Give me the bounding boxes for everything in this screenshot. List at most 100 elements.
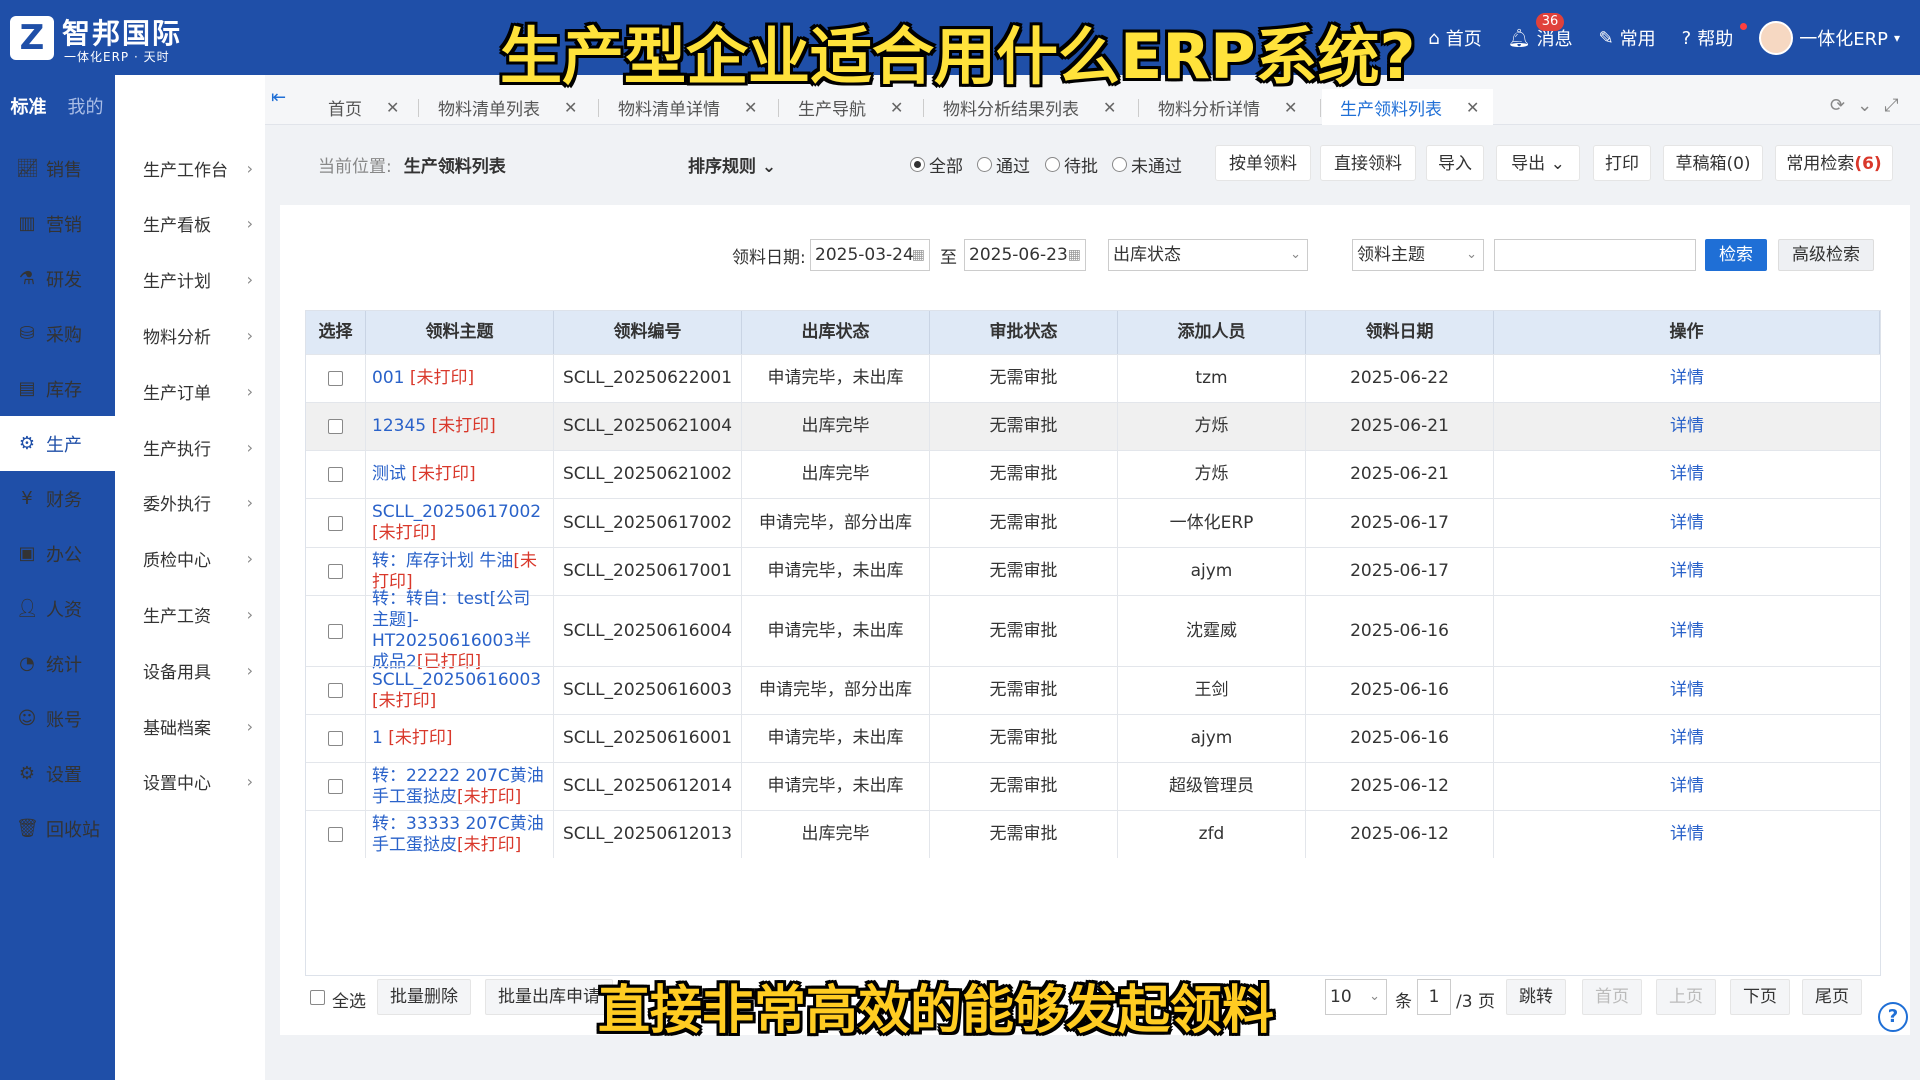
subject-link[interactable]: 1 bbox=[372, 728, 388, 748]
nav-help[interactable]: ? 帮助 bbox=[1682, 23, 1747, 51]
export-button[interactable]: 导出 ⌄ bbox=[1496, 145, 1580, 181]
radio-pending[interactable]: 待批 bbox=[1045, 152, 1098, 177]
row-checkbox[interactable] bbox=[328, 731, 343, 746]
submenu-item[interactable]: 委外执行 › bbox=[115, 475, 265, 531]
detail-link[interactable]: 详情 bbox=[1670, 464, 1704, 485]
refresh-icon[interactable]: ⟳ bbox=[1830, 95, 1845, 116]
radio-approved[interactable]: 通过 bbox=[977, 152, 1030, 177]
nav-common[interactable]: ✎ 常用 bbox=[1599, 25, 1656, 51]
radio-button-checked[interactable] bbox=[910, 157, 925, 172]
row-checkbox[interactable] bbox=[328, 623, 343, 639]
user-menu[interactable]: 一体化ERP ▾ bbox=[1759, 21, 1900, 55]
advanced-search-button[interactable]: 高级检索 bbox=[1778, 239, 1874, 271]
subject-link[interactable]: 测试 bbox=[372, 464, 411, 484]
submenu-item[interactable]: 质检中心 › bbox=[115, 531, 265, 587]
table-row[interactable]: SCLL_20250617002 [未打印] SCLL_20250617002 申请… bbox=[306, 498, 1880, 547]
submenu-item[interactable]: 生产看板 › bbox=[115, 196, 265, 252]
last-page-button[interactable]: 尾页 bbox=[1802, 979, 1862, 1015]
module-item[interactable]: ▣ 办公 bbox=[0, 526, 115, 581]
batch-delete-button[interactable]: 批量删除 bbox=[377, 979, 471, 1015]
module-item[interactable]: ⚙ 设置 bbox=[0, 746, 115, 801]
order-pick-button[interactable]: 按单领料 bbox=[1215, 145, 1311, 181]
chevron-down-icon[interactable]: ⌄ bbox=[1857, 95, 1872, 116]
next-page-button[interactable]: 下页 bbox=[1730, 979, 1790, 1015]
search-button[interactable]: 检索 bbox=[1705, 239, 1767, 271]
subject-link[interactable]: 001 bbox=[372, 368, 410, 388]
subject-link[interactable]: 转：库存计划 牛油 bbox=[372, 551, 513, 571]
table-row[interactable]: 转：22222 207C黄油手工蛋挞皮[未打印] SCLL_20250612014… bbox=[306, 762, 1880, 810]
radio-all[interactable]: 全部 bbox=[910, 152, 963, 177]
module-item[interactable]: 👤︎ 人资 bbox=[0, 581, 115, 636]
nav-home[interactable]: ⌂ 首页 bbox=[1428, 25, 1481, 51]
submenu-item[interactable]: 生产订单 › bbox=[115, 363, 265, 419]
common-search-button[interactable]: 常用检索(6) bbox=[1775, 145, 1893, 181]
table-row[interactable]: 001 [未打印] SCLL_20250622001 申请完毕，未出库 无需审批 tzm… bbox=[306, 354, 1880, 402]
detail-link[interactable]: 详情 bbox=[1670, 513, 1704, 534]
table-row[interactable]: 转：转自：test[公司主题]-HT20250616003半成品2[已打印] SC… bbox=[306, 589, 1880, 672]
module-item[interactable]: ☺ 账号 bbox=[0, 691, 115, 746]
module-item[interactable]: 📈︎ 销售 bbox=[0, 141, 115, 196]
table-row[interactable]: SCLL_20250616003 [未打印] SCLL_20250616003 申请… bbox=[306, 666, 1880, 714]
detail-link[interactable]: 详情 bbox=[1670, 680, 1704, 701]
submenu-item[interactable]: 生产工资 › bbox=[115, 586, 265, 642]
table-row[interactable]: 转：33333 207C黄油手工蛋挞皮[未打印] SCLL_20250612013… bbox=[306, 810, 1880, 858]
row-checkbox[interactable] bbox=[328, 779, 343, 794]
tab-mine[interactable]: 我的 bbox=[57, 75, 114, 141]
import-button[interactable]: 导入 bbox=[1426, 145, 1484, 181]
module-item[interactable]: ⚙ 生产 bbox=[0, 416, 115, 471]
subject-link[interactable]: SCLL_20250617002 bbox=[372, 502, 541, 522]
close-icon[interactable]: ✕ bbox=[744, 98, 757, 117]
close-icon[interactable]: ✕ bbox=[1103, 98, 1116, 117]
row-checkbox[interactable] bbox=[328, 515, 343, 531]
subject-cell[interactable]: SCLL_20250617002 [未打印] bbox=[366, 499, 554, 547]
close-icon[interactable]: ✕ bbox=[386, 98, 399, 117]
radio-rejected[interactable]: 未通过 bbox=[1112, 152, 1182, 177]
table-row[interactable]: 1 [未打印] SCLL_20250616001 申请完毕，未出库 无需审批 ajym 2… bbox=[306, 714, 1880, 762]
collapse-sidebar-icon[interactable]: ⇤ bbox=[271, 87, 286, 108]
detail-link[interactable]: 详情 bbox=[1670, 824, 1704, 845]
page-number-input[interactable]: 1 bbox=[1417, 979, 1451, 1015]
draft-box-button[interactable]: 草稿箱(0) bbox=[1663, 145, 1763, 181]
close-icon[interactable]: ✕ bbox=[564, 98, 577, 117]
subject-link[interactable]: SCLL_20250616003 bbox=[372, 670, 541, 690]
jump-button[interactable]: 跳转 bbox=[1506, 979, 1566, 1015]
keyword-input[interactable] bbox=[1494, 239, 1696, 271]
module-item[interactable]: ¥ 财务 bbox=[0, 471, 115, 526]
submenu-item[interactable]: 生产计划 › bbox=[115, 252, 265, 308]
row-checkbox[interactable] bbox=[328, 467, 343, 482]
first-page-button[interactable]: 首页 bbox=[1582, 979, 1642, 1015]
detail-link[interactable]: 详情 bbox=[1670, 561, 1704, 582]
subject-cell[interactable]: 转：33333 207C黄油手工蛋挞皮[未打印] bbox=[366, 811, 554, 858]
row-checkbox[interactable] bbox=[328, 371, 343, 386]
row-checkbox[interactable] bbox=[328, 827, 343, 842]
submenu-item[interactable]: 设置中心 › bbox=[115, 754, 265, 810]
date-to-input[interactable]: 2025-06-23 ▦ bbox=[964, 239, 1086, 271]
close-icon[interactable]: ✕ bbox=[1284, 98, 1297, 117]
date-from-input[interactable]: 2025-03-24 ▦ bbox=[810, 239, 930, 271]
subject-cell[interactable]: 转：库存计划 牛油[未打印] bbox=[366, 548, 554, 595]
subject-cell[interactable]: 1 [未打印] bbox=[366, 715, 554, 762]
submenu-item[interactable]: 生产执行 › bbox=[115, 419, 265, 475]
submenu-item[interactable]: 物料分析 › bbox=[115, 307, 265, 363]
subject-link[interactable]: 12345 bbox=[372, 416, 431, 436]
table-row[interactable]: 转：库存计划 牛油[未打印] SCLL_20250617001 申请完毕，未出库 无需… bbox=[306, 547, 1880, 595]
radio-button[interactable] bbox=[1112, 157, 1127, 172]
radio-button[interactable] bbox=[1045, 157, 1060, 172]
module-item[interactable]: ▤ 库存 bbox=[0, 361, 115, 416]
select-all-checkbox[interactable] bbox=[310, 990, 325, 1005]
module-item[interactable]: ⚗ 研发 bbox=[0, 251, 115, 306]
detail-link[interactable]: 详情 bbox=[1670, 621, 1704, 642]
page-tab[interactable]: 首页 ✕ bbox=[310, 89, 413, 125]
detail-link[interactable]: 详情 bbox=[1670, 776, 1704, 797]
subject-select[interactable]: 领料主题 ⌄ bbox=[1352, 239, 1484, 271]
out-status-select[interactable]: 出库状态 ⌄ bbox=[1108, 239, 1308, 271]
app-logo[interactable]: Z 智邦国际 一体化ERP · 天时 bbox=[10, 12, 210, 64]
row-checkbox[interactable] bbox=[328, 419, 343, 434]
detail-link[interactable]: 详情 bbox=[1670, 416, 1704, 437]
row-checkbox[interactable] bbox=[328, 683, 343, 698]
prev-page-button[interactable]: 上页 bbox=[1656, 979, 1716, 1015]
nav-messages[interactable]: 🔔︎ 36 消息 bbox=[1508, 13, 1573, 51]
table-row[interactable]: 测试 [未打印] SCLL_20250621002 出库完毕 无需审批 方烁 2025-0… bbox=[306, 450, 1880, 498]
module-item[interactable]: ▥ 营销 bbox=[0, 196, 115, 251]
module-item[interactable]: ⛁ 采购 bbox=[0, 306, 115, 361]
